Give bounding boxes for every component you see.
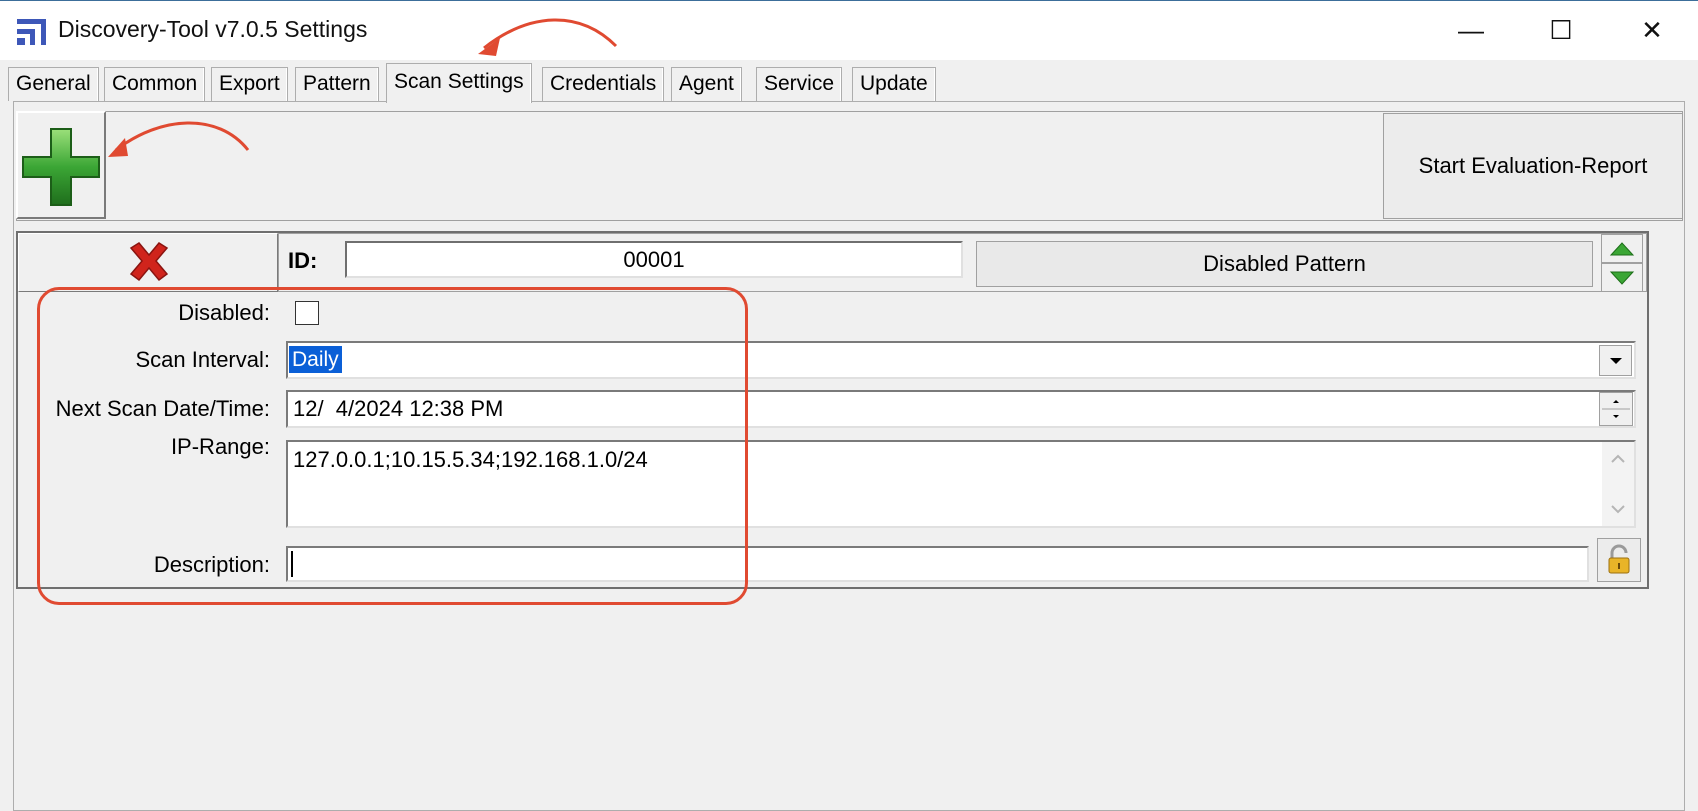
highlight-annotation	[37, 287, 748, 605]
ip-range-scrollbar[interactable]	[1602, 442, 1634, 526]
tab-export[interactable]: Export	[211, 67, 288, 101]
tab-scan-settings[interactable]: Scan Settings	[386, 63, 532, 103]
delete-record-button[interactable]	[18, 233, 278, 292]
tab-pattern[interactable]: Pattern	[295, 67, 379, 101]
tab-credentials[interactable]: Credentials	[542, 67, 665, 101]
plus-icon	[22, 128, 100, 206]
datetime-spinner[interactable]	[1599, 392, 1633, 426]
tab-update[interactable]: Update	[852, 67, 936, 101]
minimize-button[interactable]: —	[1428, 0, 1514, 60]
spinner-arrows-icon	[1602, 400, 1630, 418]
id-field[interactable]: 00001	[345, 241, 963, 278]
arrow-down-icon	[1609, 271, 1635, 285]
id-label: ID:	[288, 248, 318, 273]
arrow-up-icon	[1609, 241, 1635, 255]
lock-button[interactable]	[1597, 538, 1641, 582]
tab-general[interactable]: General	[8, 67, 99, 101]
move-up-button[interactable]	[1601, 234, 1643, 263]
tab-service[interactable]: Service	[756, 67, 843, 101]
close-button[interactable]: ✕	[1609, 0, 1695, 60]
maximize-button[interactable]: ☐	[1518, 0, 1604, 60]
tab-agent[interactable]: Agent	[671, 67, 742, 101]
window-title: Discovery-Tool v7.0.5 Settings	[58, 16, 368, 42]
tab-common[interactable]: Common	[104, 67, 206, 101]
move-down-button[interactable]	[1601, 263, 1643, 292]
app-icon	[15, 13, 49, 47]
scroll-arrows-icon	[1611, 454, 1625, 514]
add-scan-button[interactable]	[16, 111, 106, 219]
dropdown-button[interactable]	[1599, 345, 1632, 376]
chevron-down-icon	[1609, 357, 1622, 364]
red-x-icon	[129, 242, 169, 282]
disabled-pattern-button[interactable]: Disabled Pattern	[976, 241, 1593, 287]
lock-icon	[1608, 544, 1630, 574]
start-evaluation-report-button[interactable]: Start Evaluation-Report	[1383, 113, 1683, 219]
